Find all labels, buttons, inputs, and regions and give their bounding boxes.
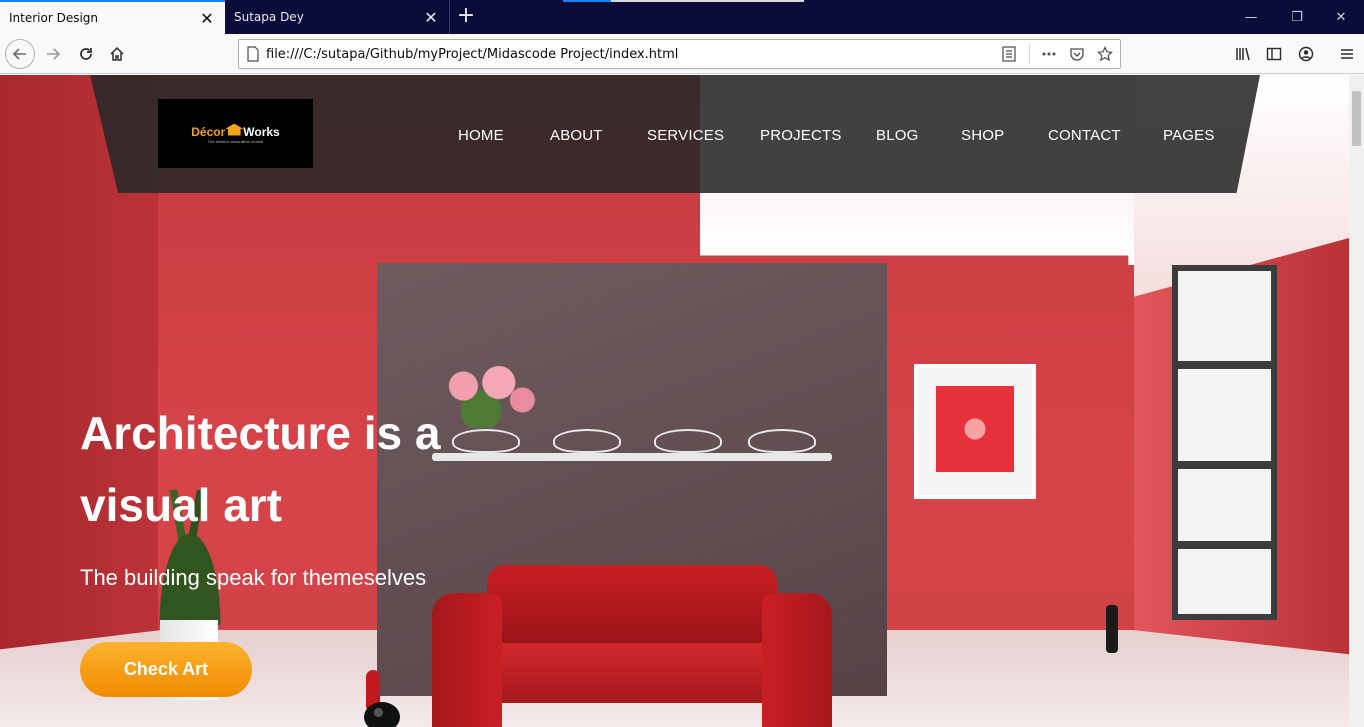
sofa-back — [487, 565, 777, 645]
room-window — [1172, 265, 1277, 620]
page-actions-icon[interactable] — [1041, 46, 1057, 62]
sidebar-button[interactable] — [1259, 39, 1289, 69]
wall-art-frame — [914, 364, 1036, 499]
sofa-arm-left — [432, 593, 502, 727]
account-icon — [1298, 46, 1314, 62]
hero-title-line-2: visual art — [80, 479, 282, 531]
url-input[interactable] — [266, 40, 986, 68]
hero-title: Architecture is a visual art — [80, 397, 500, 541]
tab-title: Sutapa Dey — [234, 10, 304, 24]
nav-shop[interactable]: SHOP — [961, 127, 1004, 144]
library-button[interactable] — [1228, 39, 1258, 69]
nav-contact[interactable]: CONTACT — [1048, 127, 1121, 144]
tab-title: Interior Design — [9, 11, 99, 25]
home-button[interactable] — [102, 39, 132, 69]
menu-button[interactable] — [1332, 39, 1362, 69]
nav-projects[interactable]: PROJECTS — [760, 127, 842, 144]
hero-title-line-1: Architecture is a — [80, 407, 441, 459]
nav-pages[interactable]: PAGES — [1163, 127, 1215, 144]
nav-services[interactable]: SERVICES — [647, 127, 724, 144]
reload-button[interactable] — [71, 39, 101, 69]
close-window-icon[interactable]: ✕ — [1318, 0, 1364, 34]
wall-art — [936, 386, 1014, 472]
forward-button[interactable] — [38, 39, 68, 69]
nav-blog[interactable]: BLOG — [876, 127, 918, 144]
reload-icon — [80, 48, 92, 60]
back-button[interactable] — [5, 39, 35, 69]
page-info-icon[interactable] — [245, 46, 261, 62]
close-tab-icon[interactable]: ✕ — [195, 6, 219, 30]
address-bar[interactable] — [238, 39, 1121, 69]
nav-about[interactable]: ABOUT — [550, 127, 603, 144]
tab-interior-design[interactable]: Interior Design ✕ — [0, 0, 225, 34]
black-vase — [364, 702, 400, 727]
sofa-arm-right — [762, 593, 832, 727]
home-icon — [110, 46, 124, 61]
check-art-button[interactable]: Check Art — [80, 642, 252, 697]
close-tab-icon[interactable]: ✕ — [419, 5, 443, 29]
account-button[interactable] — [1291, 39, 1321, 69]
tab-sutapa-dey[interactable]: Sutapa Dey ✕ — [225, 0, 450, 34]
back-arrow-icon — [12, 48, 26, 60]
sofa-seat — [474, 643, 790, 703]
address-bar-divider — [1029, 44, 1030, 64]
red-sofa — [432, 565, 832, 727]
shelf-pot-ring — [654, 429, 722, 453]
main-navigation: HOME ABOUT SERVICES PROJECTS BLOG SHOP C… — [0, 127, 1349, 147]
scrollbar-thumb[interactable] — [1352, 91, 1361, 146]
floor-vase — [1106, 605, 1118, 653]
restore-icon[interactable]: ❐ — [1274, 0, 1320, 34]
pocket-icon[interactable] — [1069, 46, 1085, 62]
reader-view-icon[interactable] — [1001, 46, 1017, 62]
nav-home[interactable]: HOME — [458, 127, 504, 144]
forward-arrow-icon — [47, 48, 61, 60]
page-scrollbar[interactable] — [1349, 75, 1364, 727]
new-tab-icon[interactable]: + — [452, 4, 480, 30]
library-icon — [1236, 47, 1250, 61]
hamburger-menu-icon — [1341, 49, 1353, 59]
shelf-pot-ring — [748, 429, 816, 453]
sidebar-icon — [1266, 47, 1282, 61]
page-viewport: Décor Works The interior decoration choi… — [0, 75, 1349, 727]
hero-subtitle: The building speak for themeselves — [80, 565, 427, 590]
tab-strip: Interior Design ✕ Sutapa Dey ✕ + — ❐ ✕ — [0, 0, 1364, 34]
tab-loading-indicator — [563, 0, 804, 2]
shelf-pot-ring — [553, 429, 621, 453]
bookmark-star-icon[interactable] — [1097, 46, 1113, 62]
minimize-icon[interactable]: — — [1228, 0, 1274, 34]
navigation-toolbar — [0, 34, 1364, 74]
